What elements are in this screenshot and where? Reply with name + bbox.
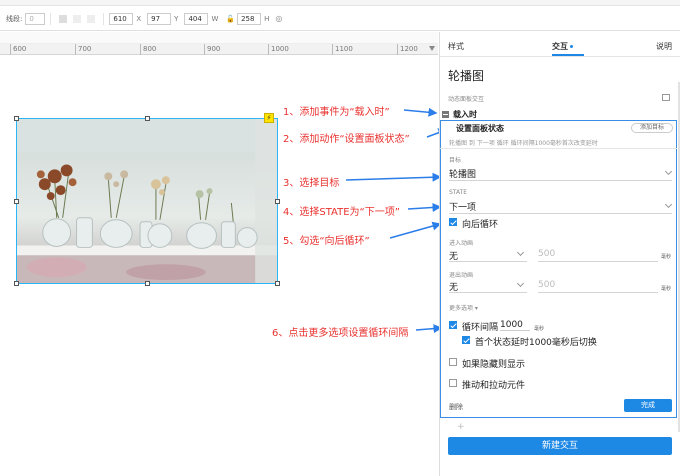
hide-show-checkbox[interactable]	[449, 358, 457, 366]
delete-button[interactable]: 删除	[449, 402, 463, 412]
active-tab-indicator	[552, 54, 584, 56]
tab-notes[interactable]: 说明	[656, 41, 672, 52]
exit-duration-input[interactable]: 500	[538, 280, 555, 290]
tab-style[interactable]: 样式	[448, 41, 464, 52]
hide-show-label: 如果隐藏则显示	[462, 360, 526, 370]
widget-name: 轮播图	[448, 69, 485, 83]
action-label[interactable]: 设置面板状态	[456, 123, 504, 134]
field-underline	[538, 261, 658, 262]
case-box	[440, 120, 677, 418]
field-underline	[449, 292, 527, 293]
wrap-label: 向后循环	[462, 220, 499, 230]
interaction-panel: 样式 交互 说明 轮播图 动态面板交互 载入时 设置面板状态 添加目标 轮播图 …	[439, 32, 680, 476]
field-underline	[538, 292, 658, 293]
section-title: 动态面板交互	[448, 96, 485, 103]
expand-icon[interactable]	[662, 94, 670, 101]
event-row[interactable]: 载入时	[442, 109, 477, 120]
active-dot-icon	[570, 45, 573, 48]
target-select[interactable]: 轮播图	[449, 167, 476, 180]
target-label: 目标	[449, 157, 462, 164]
tab-interact[interactable]: 交互	[552, 41, 573, 52]
loop-unit: 毫秒	[534, 326, 545, 332]
push-pull-label: 推动和拉动元件	[462, 381, 526, 391]
wrap-checkbox[interactable]	[449, 218, 457, 226]
field-underline	[449, 213, 672, 214]
enter-animation-label: 进入动画	[449, 240, 474, 247]
done-button[interactable]: 完成	[624, 399, 672, 412]
add-case-button[interactable]: +	[457, 422, 465, 432]
more-options-toggle[interactable]: 更多选项 ▾	[449, 303, 478, 312]
new-interaction-button[interactable]: 新建交互	[448, 437, 672, 455]
enter-unit: 毫秒	[661, 254, 672, 260]
field-underline	[449, 180, 672, 181]
loop-interval-input[interactable]	[500, 319, 530, 331]
collapse-icon[interactable]	[442, 111, 449, 118]
first-delay-label: 首个状态延时1000毫秒后切换	[475, 338, 597, 348]
loop-interval-checkbox[interactable]	[449, 321, 457, 329]
state-select[interactable]: 下一项	[449, 200, 476, 213]
panel-tabs: 样式 交互 说明	[440, 32, 680, 57]
tab-interact-label: 交互	[552, 42, 568, 51]
enter-duration-input[interactable]: 500	[538, 249, 555, 259]
loop-interval-label: 循环间隔	[462, 323, 499, 333]
action-summary: 轮播图 到 下一项 循环 循环间隔1000毫秒首次改变延时	[449, 140, 598, 147]
first-delay-checkbox[interactable]	[462, 336, 470, 344]
divider	[440, 148, 677, 149]
state-label: STATE	[449, 189, 468, 196]
event-label: 载入时	[453, 110, 477, 119]
exit-animation-label: 退出动画	[449, 272, 474, 279]
exit-unit: 毫秒	[661, 286, 672, 292]
add-target-button[interactable]: 添加目标	[631, 123, 673, 133]
push-pull-checkbox[interactable]	[449, 379, 457, 387]
field-underline	[449, 261, 527, 262]
